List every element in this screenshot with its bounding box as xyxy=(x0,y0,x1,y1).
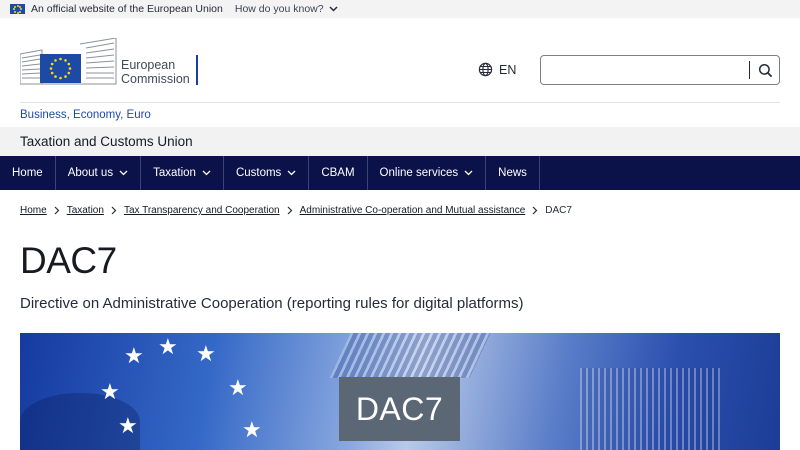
hero-image: ★ ★ ★ ★ ★ ★ ★ DAC7 xyxy=(20,333,780,450)
breadcrumb-link-taxation[interactable]: Taxation xyxy=(67,205,104,216)
chevron-down-icon xyxy=(119,170,128,176)
logo-line-european: European xyxy=(121,58,176,72)
logo-wordmark: European Commission xyxy=(121,58,190,86)
breadcrumb: Home Taxation Tax Transparency and Coope… xyxy=(20,205,572,216)
nav-item-label: Customs xyxy=(235,167,282,179)
search-input[interactable] xyxy=(540,55,780,85)
nav-item-about-us[interactable]: About us xyxy=(56,156,142,190)
nav-item-news[interactable]: News xyxy=(486,156,540,190)
hero-figure-shape xyxy=(580,368,720,450)
how-do-you-know-toggle[interactable]: How do you know? xyxy=(235,3,338,15)
hero-building-shape xyxy=(329,333,491,378)
star-icon: ★ xyxy=(196,341,216,366)
breadcrumb-link-home[interactable]: Home xyxy=(20,205,47,216)
nav-item-label: Home xyxy=(12,167,43,179)
nav-item-label: About us xyxy=(67,167,114,179)
nav-item-label: CBAM xyxy=(321,167,355,179)
dg-links[interactable]: Business, Economy, Euro xyxy=(20,109,151,121)
header-divider xyxy=(20,102,780,103)
eu-official-banner: An official website of the European Unio… xyxy=(0,0,800,18)
chevron-down-icon xyxy=(202,170,211,176)
page-title: DAC7 xyxy=(20,240,117,281)
language-selector[interactable]: EN xyxy=(478,62,516,77)
chevron-right-icon xyxy=(111,206,117,215)
chevron-down-icon xyxy=(464,170,473,176)
nav-item-label: News xyxy=(498,167,527,179)
breadcrumb-link-administrative-cooperation[interactable]: Administrative Co-operation and Mutual a… xyxy=(300,205,526,216)
search-divider xyxy=(749,61,750,79)
star-icon: ★ xyxy=(228,375,248,400)
star-icon: ★ xyxy=(124,343,144,368)
site-name[interactable]: Taxation and Customs Union xyxy=(20,134,193,149)
breadcrumb-link-tax-transparency[interactable]: Tax Transparency and Cooperation xyxy=(124,205,280,216)
chevron-right-icon xyxy=(287,206,293,215)
star-icon: ★ xyxy=(118,413,138,438)
nav-item-home[interactable]: Home xyxy=(0,156,56,190)
official-website-text: An official website of the European Unio… xyxy=(31,3,223,15)
nav-item-taxation[interactable]: Taxation xyxy=(141,156,224,190)
star-icon: ★ xyxy=(158,334,178,359)
nav-item-label: Taxation xyxy=(153,167,196,179)
chevron-right-icon xyxy=(532,206,538,215)
chevron-down-icon xyxy=(329,6,338,12)
chevron-right-icon xyxy=(54,206,60,215)
breadcrumb-current: DAC7 xyxy=(545,205,572,216)
search-icon xyxy=(758,63,772,77)
logo-accent-bar xyxy=(196,55,198,85)
page-subtitle: Directive on Administrative Cooperation … xyxy=(20,295,524,312)
nav-item-cbam[interactable]: CBAM xyxy=(309,156,368,190)
nav-item-online-services[interactable]: Online services xyxy=(368,156,487,190)
logo-line-commission: Commission xyxy=(121,72,190,86)
chevron-down-icon xyxy=(287,170,296,176)
nav-item-customs[interactable]: Customs xyxy=(224,156,310,190)
globe-icon xyxy=(478,62,493,77)
search-button[interactable] xyxy=(754,60,776,80)
hero-label: DAC7 xyxy=(339,377,460,441)
eu-flag-icon xyxy=(10,4,25,14)
nav-item-label: Online services xyxy=(379,167,459,179)
main-navigation: Home About us Taxation Customs CBAM Onli… xyxy=(0,156,800,190)
language-code: EN xyxy=(499,62,517,77)
star-icon: ★ xyxy=(242,417,262,442)
how-do-you-know-label: How do you know? xyxy=(234,3,324,15)
site-header: European Commission EN xyxy=(0,18,800,103)
star-icon: ★ xyxy=(100,379,120,404)
